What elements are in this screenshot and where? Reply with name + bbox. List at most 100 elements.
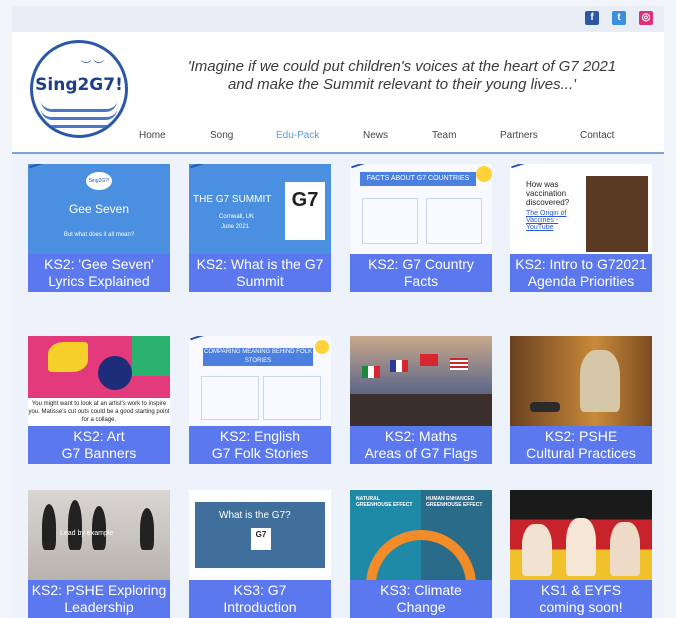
card-label: KS3: Climate Change	[350, 580, 492, 618]
resource-card-ks1-eyfs[interactable]: KS1 & EYFS coming soon!	[510, 490, 652, 618]
card-thumbnail: FACTS ABOUT G7 COUNTRIES	[350, 164, 492, 254]
card-thumbnail: Lead by example	[28, 490, 170, 580]
facebook-icon[interactable]: f	[585, 11, 599, 25]
main-nav: Home Song Edu-Pack News Team Partners Co…	[12, 130, 664, 148]
bird-icon	[190, 164, 206, 174]
thumb-caption: You might want to look at an artist's wo…	[28, 398, 170, 426]
header-divider	[12, 152, 664, 154]
collage-shape	[132, 336, 170, 376]
card-label-line-1: KS2: PSHE Exploring	[31, 582, 167, 598]
site-logo[interactable]: ︶ ︶ Sing2G7!	[30, 40, 128, 138]
page: f t ◎ ︶ ︶ Sing2G7! 'Imagine if we could …	[12, 6, 664, 618]
card-thumbnail: What is the G7? G7	[189, 490, 331, 580]
thumb-right-label: HUMAN ENHANCED GREENHOUSE EFFECT	[426, 496, 483, 508]
atmosphere-arc	[366, 530, 476, 580]
thumb-place: Cornwall, UK	[219, 214, 255, 220]
card-label-line-2: Summit	[236, 273, 284, 289]
resource-card-agenda-priorities[interactable]: How was vaccination discovered? The Orig…	[510, 164, 652, 292]
card-label: KS2: Maths Areas of G7 Flags	[350, 426, 492, 464]
sun-icon	[476, 166, 492, 182]
card-label-line-2: coming soon!	[539, 599, 623, 615]
penguin-image	[42, 504, 56, 550]
resource-card-ks3-g7-introduction[interactable]: What is the G7? G7 KS3: G7 Introduction	[189, 490, 331, 618]
resource-card-cultural-practices[interactable]: KS2: PSHE Cultural Practices	[510, 336, 652, 464]
painting-image	[586, 176, 648, 252]
card-thumbnail: COMPARING MEANING BEHIND FOLK STORIES	[189, 336, 331, 426]
person-image	[580, 350, 620, 412]
nav-contact[interactable]: Contact	[580, 130, 614, 141]
resource-card-flags[interactable]: KS2: Maths Areas of G7 Flags	[350, 336, 492, 464]
nav-song[interactable]: Song	[210, 130, 233, 141]
card-label-line-1: KS2: What is the G7	[196, 256, 324, 272]
card-label-line-2: Facts	[403, 273, 439, 289]
card-label: KS2: Intro to G72021 Agenda Priorities	[510, 254, 652, 292]
top-bar: f t ◎	[12, 6, 664, 32]
card-label-line-2: Change	[396, 599, 446, 615]
card-label: KS2: What is the G7 Summit	[189, 254, 331, 292]
logo-text: Sing2G7!	[35, 75, 123, 95]
nav-partners[interactable]: Partners	[500, 130, 538, 141]
site-header: ︶ ︶ Sing2G7! 'Imagine if we could put ch…	[12, 32, 664, 152]
card-label-line-1: KS2: Maths	[384, 428, 458, 444]
thumb-caption: Lead by example	[60, 530, 114, 537]
card-label-line-2: Cultural Practices	[526, 445, 636, 461]
g7-badge: G7	[251, 528, 271, 550]
resource-card-g7-country-facts[interactable]: FACTS ABOUT G7 COUNTRIES KS2: G7 Country…	[350, 164, 492, 292]
card-label-line-2: Areas of G7 Flags	[364, 445, 478, 461]
card-label: KS2: English G7 Folk Stories	[189, 426, 331, 464]
nav-team[interactable]: Team	[432, 130, 456, 141]
card-label-line-2: Leadership	[64, 599, 134, 615]
birds-icon: ︶ ︶	[81, 61, 104, 72]
card-label: KS2: PSHE Cultural Practices	[510, 426, 652, 464]
card-label-line-1: KS2: PSHE	[544, 428, 618, 444]
g7-badge: G7	[285, 182, 325, 240]
card-label-line-1: KS2: Intro to G72021	[515, 256, 647, 272]
thumb-title: THE G7 SUMMIT	[193, 194, 272, 205]
flag-icon	[390, 360, 408, 372]
card-label-line-2: Lyrics Explained	[48, 273, 150, 289]
nav-edu-pack[interactable]: Edu-Pack	[276, 130, 319, 141]
penguin-image	[92, 506, 106, 550]
resource-card-climate-change[interactable]: NATURAL GREENHOUSE EFFECT HUMAN ENHANCED…	[350, 490, 492, 618]
thumb-title: FACTS ABOUT G7 COUNTRIES	[360, 172, 476, 186]
collage-shape	[98, 356, 132, 390]
nav-home[interactable]: Home	[139, 130, 166, 141]
instagram-icon[interactable]: ◎	[639, 11, 653, 25]
fact-panel	[362, 198, 418, 244]
thumb-date: June 2021	[221, 224, 250, 230]
resource-card-leadership[interactable]: Lead by example KS2: PSHE Exploring Lead…	[28, 490, 170, 618]
child-image	[610, 522, 640, 576]
resource-card-art-banners[interactable]: You might want to look at an artist's wo…	[28, 336, 170, 464]
resource-card-folk-stories[interactable]: COMPARING MEANING BEHIND FOLK STORIES KS…	[189, 336, 331, 464]
thumb-title: COMPARING MEANING BEHIND FOLK STORIES	[203, 348, 313, 366]
card-thumbnail: THE G7 SUMMIT Cornwall, UK June 2021 G7	[189, 164, 331, 254]
card-label-line-2: G7 Banners	[61, 445, 137, 461]
collage-shape	[48, 342, 88, 372]
child-image	[522, 524, 552, 576]
tagline-line-2: and make the Summit relevant to their yo…	[227, 76, 577, 93]
card-label-line-1: KS1 & EYFS	[540, 582, 622, 598]
nav-news[interactable]: News	[363, 130, 388, 141]
card-thumbnail	[510, 490, 652, 580]
card-thumbnail	[350, 336, 492, 426]
penguin-image	[68, 500, 82, 550]
resource-card-what-is-g7-summit[interactable]: THE G7 SUMMIT Cornwall, UK June 2021 G7 …	[189, 164, 331, 292]
thumb-title: Gee Seven	[68, 202, 130, 216]
child-image	[566, 518, 596, 576]
card-thumbnail	[510, 336, 652, 426]
card-label-line-1: KS2: English	[219, 428, 301, 444]
flag-icon	[420, 354, 438, 366]
tagline-line-1: 'Imagine if we could put children's voic…	[187, 58, 617, 75]
card-label-line-1: KS2: 'Gee Seven'	[44, 256, 154, 272]
thumb-question: How was vaccination discovered?	[526, 180, 570, 207]
tagline: 'Imagine if we could put children's voic…	[172, 58, 632, 94]
card-label: KS1 & EYFS coming soon!	[510, 580, 652, 618]
card-label: KS2: PSHE Exploring Leadership	[28, 580, 170, 618]
card-label-line-2: G7 Folk Stories	[211, 445, 309, 461]
twitter-icon[interactable]: t	[612, 11, 626, 25]
story-panel	[201, 376, 259, 420]
penguin-image	[140, 508, 154, 550]
resource-card-gee-seven[interactable]: Sing2G7! Gee Seven But what does it all …	[28, 164, 170, 292]
thumb-link[interactable]: The Origin of Vaccines - YouTube	[526, 210, 584, 231]
rocks-image	[350, 394, 492, 426]
